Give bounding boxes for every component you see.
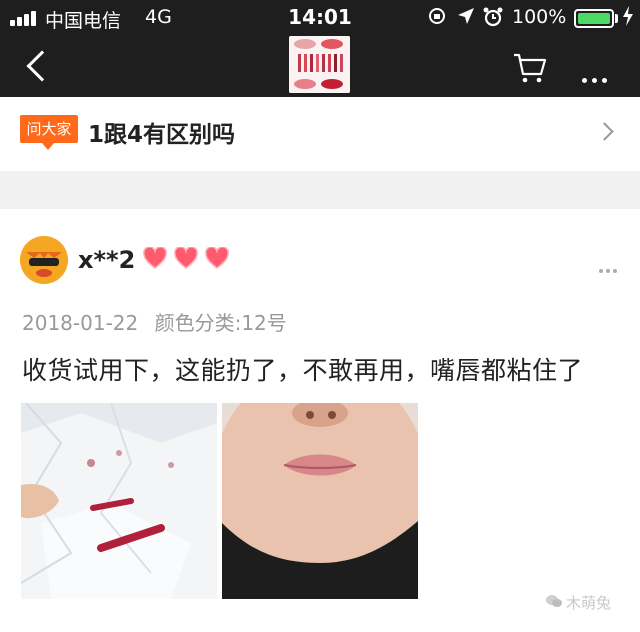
review-meta: 2018-01-22 颜色分类:12号	[22, 307, 287, 336]
watermark: 木萌兔	[566, 594, 612, 612]
location-icon	[456, 6, 476, 31]
review-card: x**2 2018-01-22 颜色分类:12号 收货试用下，这能扔了，不敢再用…	[0, 209, 640, 632]
battery-icon	[574, 9, 614, 28]
review-date: 2018-01-22	[22, 311, 139, 335]
status-bar: 中国电信 4G 14:01 100%	[0, 0, 640, 36]
more-icon[interactable]	[582, 68, 612, 87]
chevron-right-icon	[595, 122, 614, 141]
review-text: 收货试用下，这能扔了，不敢再用，嘴唇都粘住了	[22, 356, 584, 385]
username: x**2	[78, 246, 136, 274]
cart-icon[interactable]	[512, 52, 548, 84]
level-hearts	[143, 247, 231, 273]
review-more-icon[interactable]	[599, 258, 620, 277]
alarm-icon	[482, 6, 504, 33]
battery-tip	[615, 14, 618, 23]
charging-icon	[622, 6, 634, 30]
review-photo[interactable]	[222, 403, 418, 599]
rotation-lock-icon	[427, 6, 447, 31]
battery-percent: 100%	[512, 6, 567, 28]
section-divider	[0, 171, 640, 209]
back-icon[interactable]	[26, 50, 58, 82]
ask-everyone-badge: 问大家	[20, 115, 78, 150]
top-bar: 中国电信 4G 14:01 100%	[0, 0, 640, 97]
product-thumbnail[interactable]	[289, 36, 350, 93]
ask-everyone-row[interactable]: 问大家 1跟4有区别吗	[0, 97, 640, 171]
heart-icon	[143, 247, 167, 269]
nav-bar	[0, 36, 640, 97]
review-variant: 颜色分类:12号	[154, 311, 287, 335]
heart-icon	[205, 247, 230, 269]
review-photo[interactable]	[21, 403, 217, 599]
heart-icon	[174, 247, 199, 269]
wechat-icon	[546, 595, 562, 607]
ask-question: 1跟4有区别吗	[88, 122, 236, 148]
avatar[interactable]	[20, 236, 68, 284]
